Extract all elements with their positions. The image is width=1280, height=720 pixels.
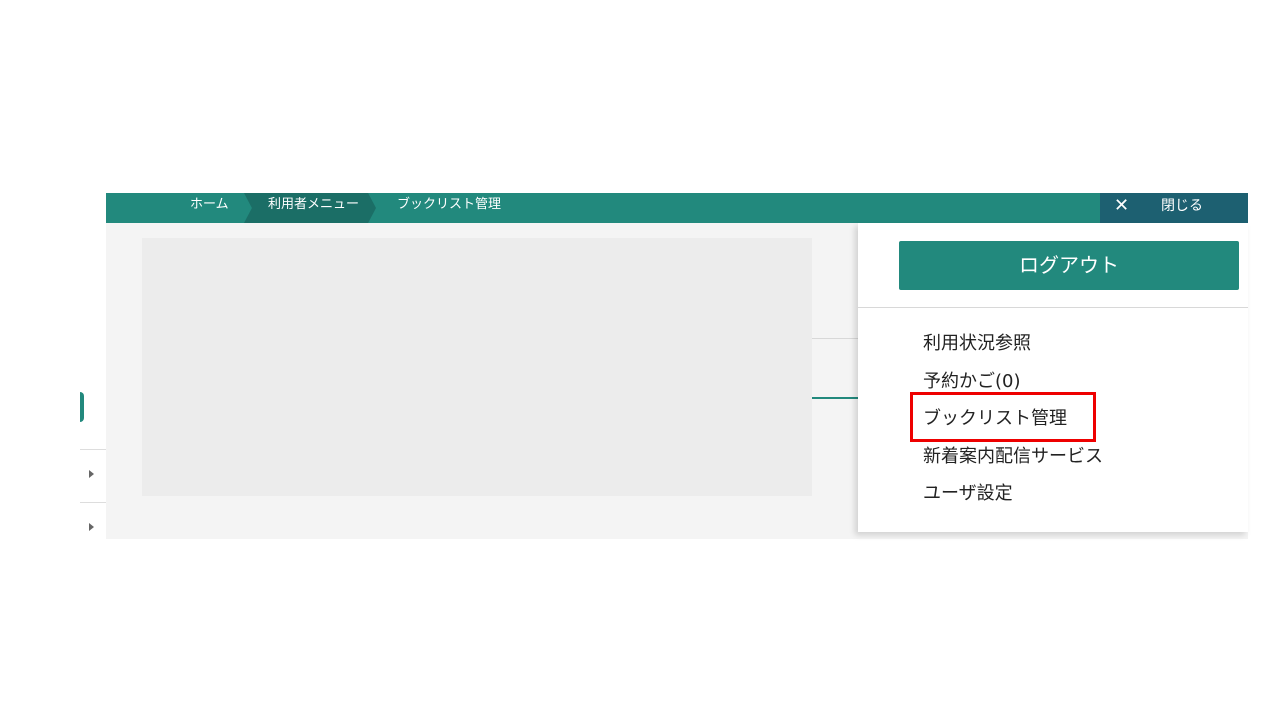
menu-item-new-arrivals[interactable]: 新着案内配信サービス [923,440,1103,478]
menu-item-user-settings[interactable]: ユーザ設定 [923,477,1103,515]
sidebar-row[interactable] [80,502,106,554]
logout-button[interactable]: ログアウト [899,241,1239,290]
breadcrumb-user-menu[interactable]: 利用者メニュー [244,193,376,223]
expand-arrow-icon [89,523,94,531]
breadcrumb-current: ブックリスト管理 [397,197,502,212]
sidebar-tab[interactable] [80,392,84,422]
breadcrumb-home[interactable]: ホーム [190,193,229,223]
menu-item-usage-status[interactable]: 利用状況参照 [923,327,1103,365]
expand-arrow-icon [89,470,94,478]
content-panel [142,238,812,496]
highlight-box [910,392,1096,442]
close-button-label: 閉じる [1161,198,1203,214]
close-button[interactable]: ✕ 閉じる [1100,193,1248,223]
close-icon: ✕ [1114,195,1130,216]
dropdown-divider [858,307,1248,308]
breadcrumb: ホーム 利用者メニュー ブックリスト管理 ✕ 閉じる [106,193,1248,223]
divider-line [812,338,860,339]
sidebar-row[interactable] [80,449,106,501]
tab-underline [812,397,860,399]
left-sidebar [80,380,106,540]
user-dropdown-menu: ログアウト 利用状況参照 予約かご(0) ブックリスト管理 新着案内配信サービス… [858,223,1248,532]
